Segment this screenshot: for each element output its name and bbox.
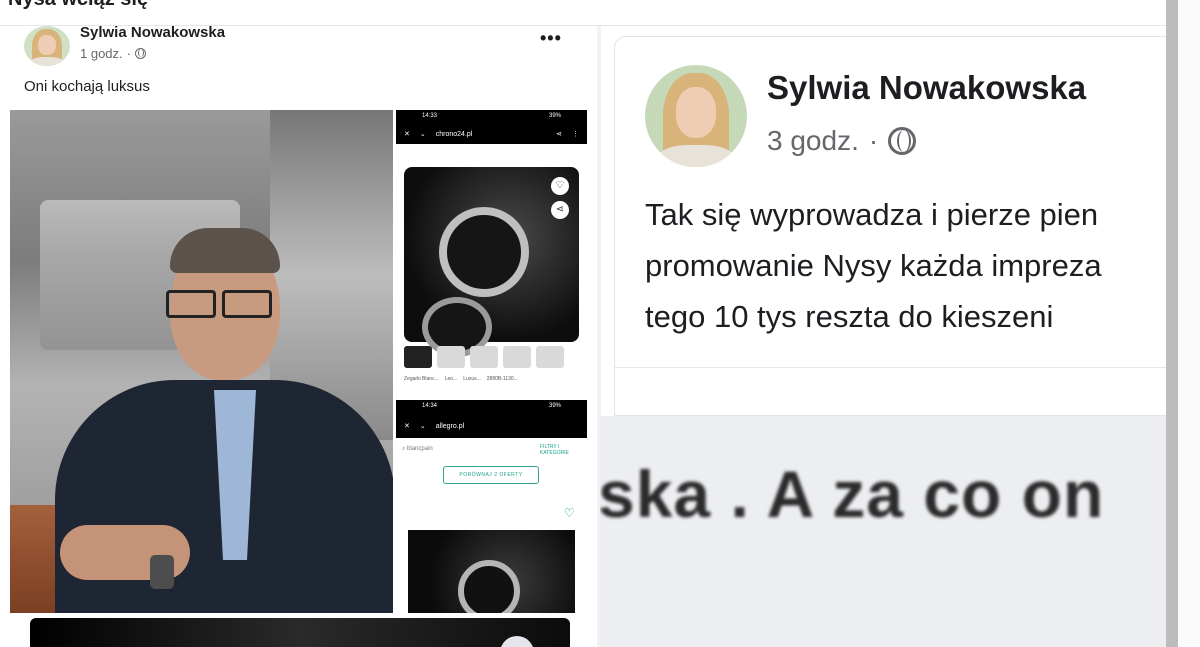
chevron-down-icon: ⌄	[419, 423, 426, 430]
favorite-icon: ♡	[551, 177, 569, 195]
post-photo[interactable]	[10, 110, 393, 613]
photo-glasses	[166, 290, 276, 318]
status-battery: 39%	[548, 403, 561, 409]
globe-icon	[888, 127, 917, 155]
post-text: Tak się wyprowadza i pierze pien promowa…	[645, 189, 1185, 342]
blurred-comment-text: ska . A za co on	[600, 457, 1105, 531]
phone-screenshot[interactable]: 14:33 39% ✕ ⌄ chrono24.pl ⋖ ⋮ ♡ ⋖ Zegark…	[396, 110, 587, 613]
meta-separator: ·	[868, 125, 879, 156]
status-time: 14:33	[422, 113, 438, 119]
screenshot-collage: Nysa wciąż się Sylwia Nowakowska 1 godz.…	[0, 0, 1200, 647]
phone-url-bar: ✕ ⌄ chrono24.pl ⋖ ⋮	[396, 124, 587, 144]
compare-button: PORÓWNAJ 2 OFERTY	[443, 466, 539, 484]
more-icon[interactable]: •••	[540, 28, 562, 49]
top-strip-text: Nysa wciąż się	[8, 0, 148, 11]
search-value: blancpain	[407, 446, 433, 452]
phone-url-bar-2: ✕ ⌄ allegro.pl	[396, 414, 587, 438]
post-text: Oni kochają luksus	[24, 78, 150, 95]
post-author[interactable]: Sylwia Nowakowska	[80, 24, 225, 41]
thumbnail	[503, 346, 531, 368]
watch-image	[439, 207, 529, 297]
thumbnail	[437, 346, 465, 368]
post-time[interactable]: 3 godz.	[767, 125, 859, 157]
avatar[interactable]	[645, 65, 747, 167]
thumbnail	[536, 346, 564, 368]
watch-image	[458, 560, 520, 613]
search-icon: ⌕	[402, 446, 406, 452]
post-text-line: Tak się wyprowadza i pierze pien	[645, 197, 1099, 232]
filters-link: FILTRY I KATEGORIE	[540, 444, 569, 456]
status-battery: 39%	[548, 113, 561, 119]
globe-icon	[135, 48, 146, 59]
post-meta: 3 godz. ·	[767, 125, 917, 157]
status-time: 14:34	[422, 403, 438, 409]
url-text: chrono24.pl	[435, 130, 473, 138]
product-image: ♡ ⋖	[404, 167, 579, 357]
product-image-2	[408, 530, 575, 613]
chevron-down-icon: ⌄	[419, 131, 426, 138]
search-field: ⌕ blancpain	[402, 446, 433, 453]
breadcrumb-item: 2880B-1130...	[486, 376, 518, 382]
blurred-comment: ska . A za co on	[600, 416, 1170, 647]
phone-status-bar: 14:33 39%	[396, 110, 587, 124]
avatar-body	[28, 57, 66, 66]
post-time[interactable]: 1 godz.	[80, 46, 123, 61]
right-edge	[1178, 0, 1200, 647]
post-meta: 1 godz. ·	[80, 46, 146, 61]
top-strip: Nysa wciąż się	[0, 0, 1170, 26]
breadcrumb-item: Zegarki Blanc...	[404, 376, 439, 382]
heart-icon: ♡	[564, 506, 575, 520]
post-separator	[615, 367, 1171, 368]
avatar-face	[37, 34, 57, 55]
close-icon: ✕	[404, 423, 410, 430]
phone-status-bar-2: 14:34 39%	[396, 400, 587, 414]
avatar-face	[675, 87, 717, 139]
breadcrumb-item: Luxus...	[463, 376, 481, 382]
meta-separator: ·	[126, 46, 131, 61]
left-post: Sylwia Nowakowska 1 godz. · ••• Oni koch…	[10, 24, 596, 647]
share-icon: ⋖	[551, 201, 569, 219]
avatar-body	[655, 144, 737, 167]
share-icon: ⋖	[556, 131, 562, 138]
thumbnail-row	[404, 346, 564, 368]
zoomed-post: Sylwia Nowakowska 3 godz. · Tak się wypr…	[614, 36, 1171, 416]
photo-hair	[170, 228, 280, 273]
thumbnail	[470, 346, 498, 368]
close-icon: ✕	[404, 131, 410, 138]
post-author[interactable]: Sylwia Nowakowska	[767, 69, 1086, 107]
avatar[interactable]	[24, 26, 70, 66]
photo-watch	[150, 555, 174, 589]
menu-icon: ⋮	[572, 131, 579, 138]
post-text-line: tego 10 tys reszta do kieszeni	[645, 299, 1054, 334]
next-media	[30, 618, 570, 647]
thumbnail	[404, 346, 432, 368]
url-text: allegro.pl	[435, 422, 465, 430]
breadcrumb: Zegarki Blanc... Leo... Luxus... 2880B-1…	[404, 376, 518, 382]
breadcrumb-item: Leo...	[444, 376, 458, 382]
post-text-line: promowanie Nysy każda impreza	[645, 248, 1102, 283]
scrollbar[interactable]	[1166, 0, 1178, 647]
